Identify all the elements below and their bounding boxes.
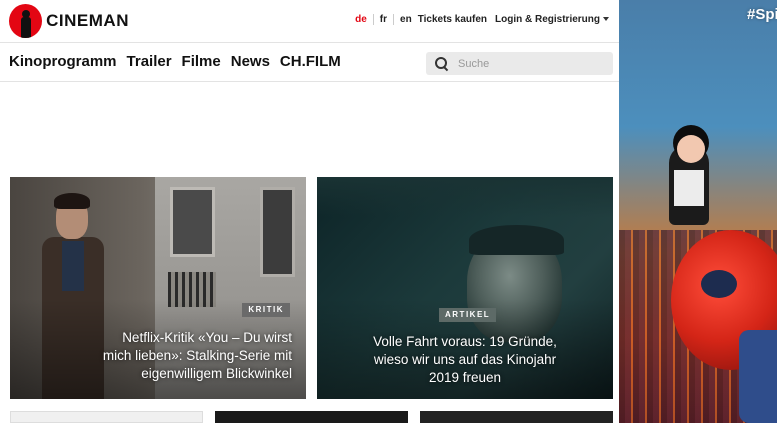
page: CINEMAN de fr en Tickets kaufen Login & …: [0, 0, 777, 423]
login-link[interactable]: Login & Registrierung: [487, 14, 609, 25]
top-links: de fr en Tickets kaufen Login & Registri…: [349, 14, 609, 25]
nav-bar: Kinoprogramm Trailer Filme News CH.FILM: [0, 43, 619, 82]
search-input[interactable]: [458, 57, 598, 70]
article-badge: KRITIK: [242, 303, 290, 317]
logo-icon: [9, 4, 43, 38]
article-title[interactable]: Volle Fahrt voraus: 19 Gründe, wieso wir…: [362, 333, 568, 387]
nav-item-filme[interactable]: Filme: [182, 53, 221, 70]
article-card-preview[interactable]: [215, 411, 408, 423]
lang-de[interactable]: de: [349, 14, 374, 25]
top-bar: CINEMAN de fr en Tickets kaufen Login & …: [0, 0, 619, 43]
lang-en[interactable]: en: [394, 14, 418, 25]
logo[interactable]: CINEMAN: [9, 4, 129, 38]
article-card-artikel[interactable]: ARTIKEL Volle Fahrt voraus: 19 Gründe, w…: [317, 177, 613, 399]
nav-item-news[interactable]: News: [231, 53, 270, 70]
main-nav: Kinoprogramm Trailer Filme News CH.FILM: [9, 53, 351, 70]
site-main: CINEMAN de fr en Tickets kaufen Login & …: [0, 0, 619, 423]
nav-item-kinoprogramm[interactable]: Kinoprogramm: [9, 53, 117, 70]
side-ad-banner[interactable]: #Spi: [619, 0, 777, 423]
login-label: Login & Registrierung: [495, 14, 600, 25]
search-box[interactable]: [426, 52, 613, 75]
tickets-link[interactable]: Tickets kaufen: [418, 14, 487, 25]
search-icon[interactable]: [435, 56, 449, 71]
side-ad-tag: #Spi: [747, 6, 777, 23]
nav-item-trailer[interactable]: Trailer: [127, 53, 172, 70]
article-card-preview[interactable]: [10, 411, 203, 423]
logo-text: CINEMAN: [46, 11, 129, 30]
lang-fr[interactable]: fr: [374, 14, 395, 25]
article-card-preview[interactable]: [420, 411, 613, 423]
article-badge: ARTIKEL: [439, 308, 497, 322]
nav-item-chfilm[interactable]: CH.FILM: [280, 53, 341, 70]
article-card-kritik[interactable]: KRITIK Netflix-Kritik «You – Du wirst mi…: [10, 177, 306, 399]
caret-down-icon: [603, 17, 609, 22]
ad-space: [0, 83, 619, 176]
article-title[interactable]: Netflix-Kritik «You – Du wirst mich lieb…: [90, 329, 306, 383]
